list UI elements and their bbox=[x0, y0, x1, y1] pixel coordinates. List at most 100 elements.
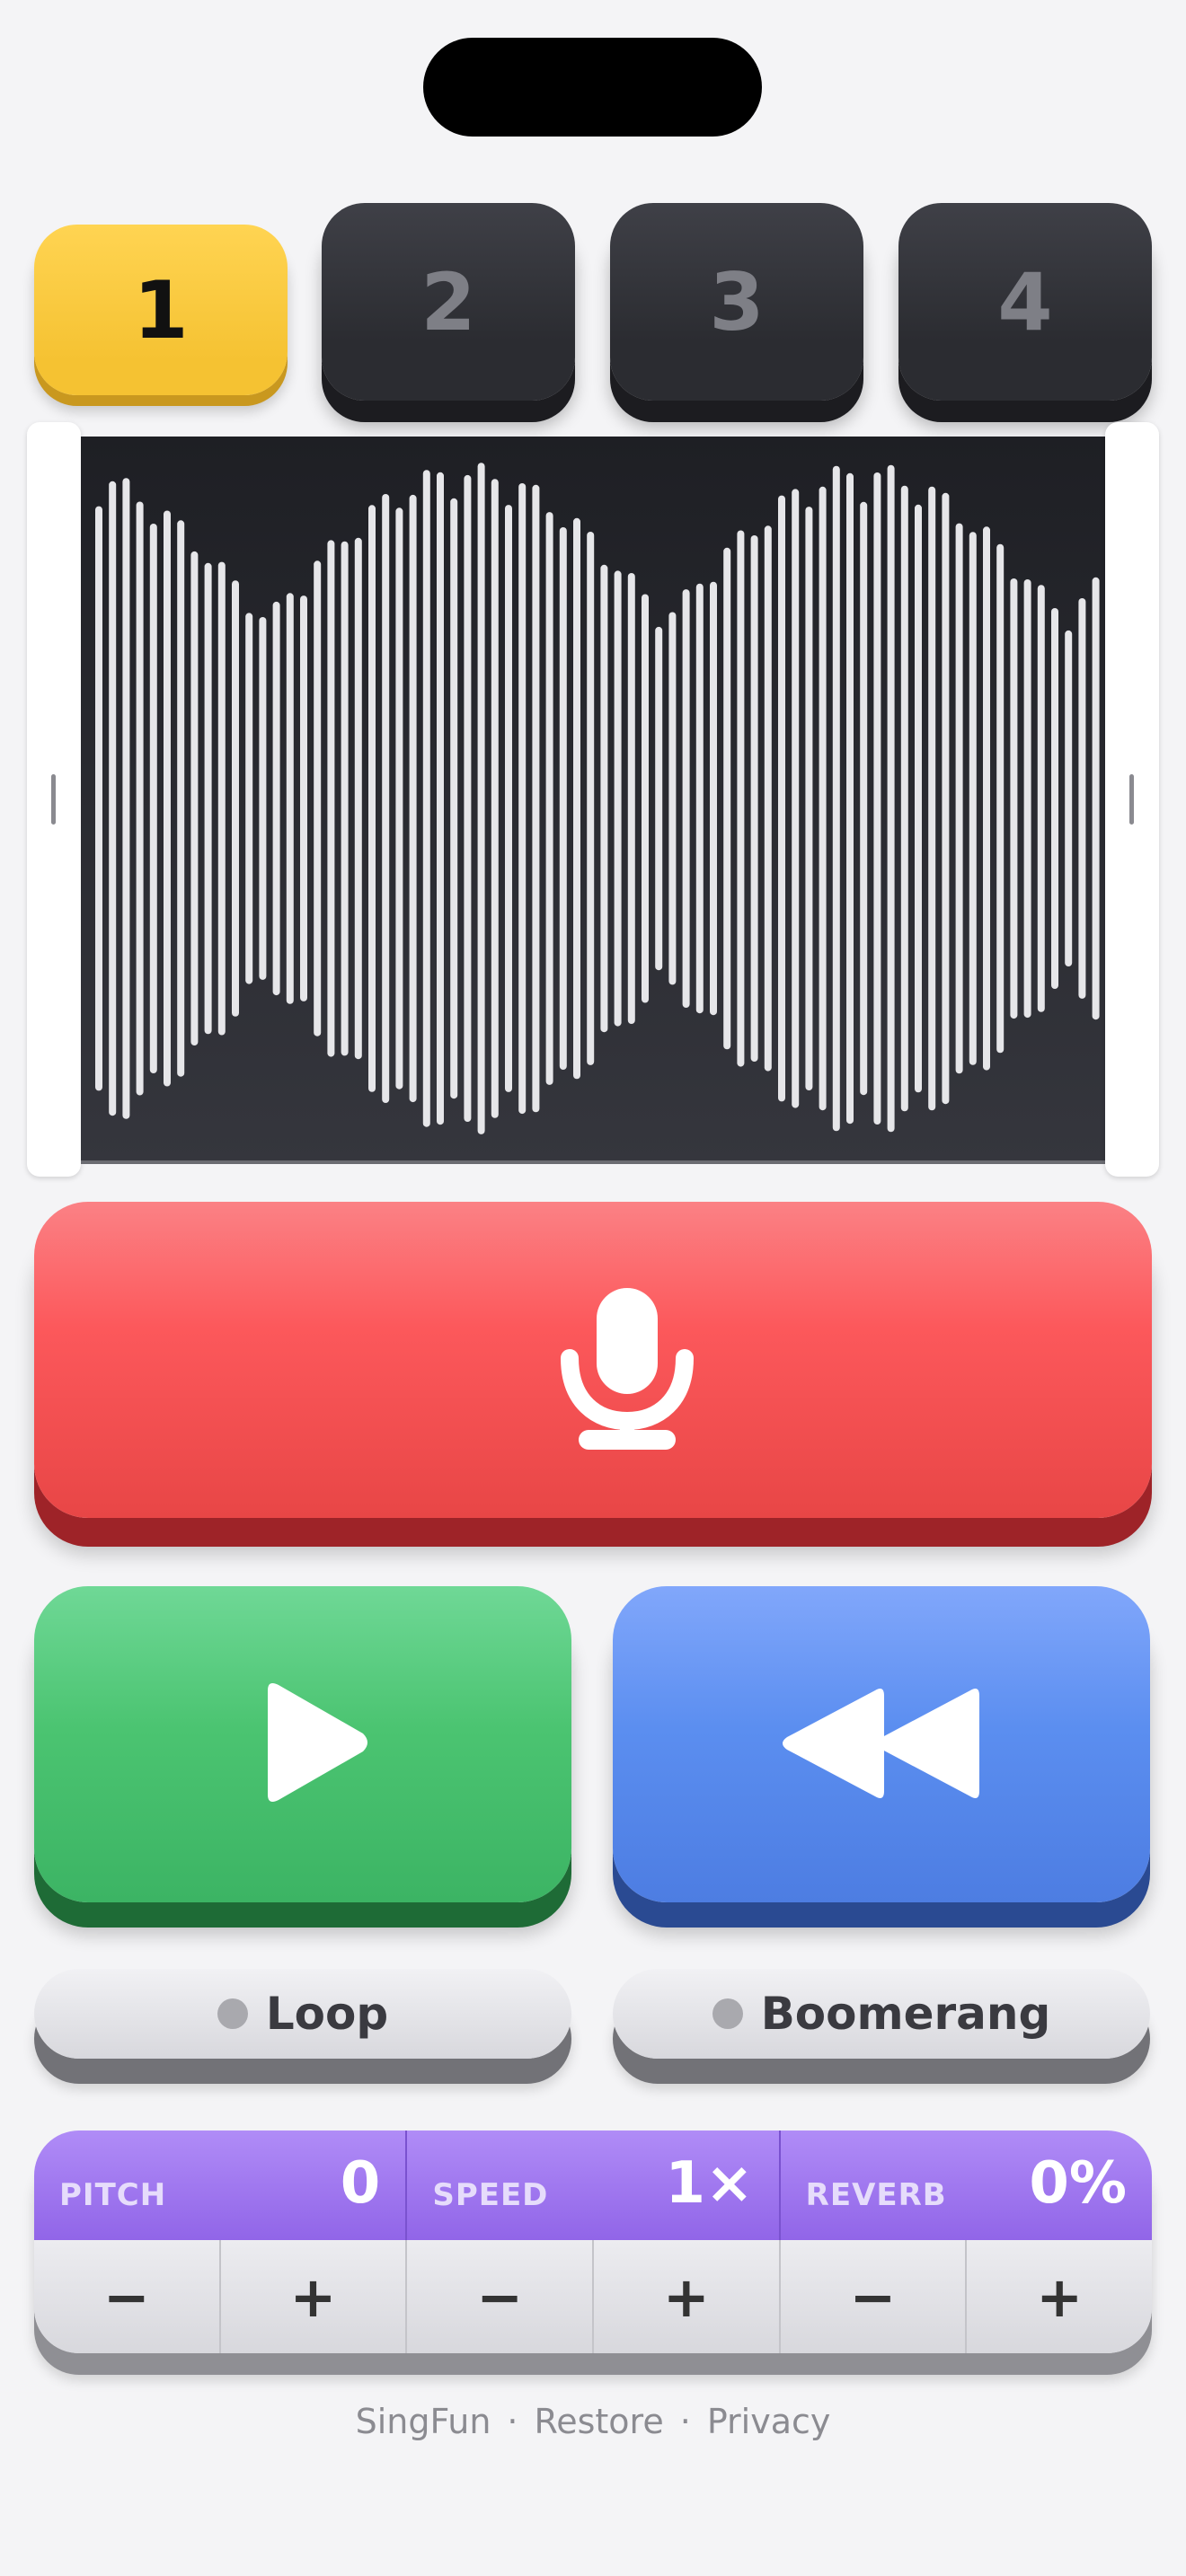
pitch-increase-button[interactable]: + bbox=[221, 2240, 408, 2353]
footer-link-privacy[interactable]: Privacy bbox=[707, 2402, 831, 2441]
speed-label: SPEED bbox=[432, 2177, 549, 2213]
waveform-bar bbox=[778, 495, 785, 1102]
waveform-bar bbox=[395, 507, 403, 1090]
waveform-bar bbox=[341, 541, 349, 1056]
waveform-bar bbox=[1065, 630, 1073, 966]
waveform-bar bbox=[792, 489, 800, 1108]
loop-toggle[interactable]: Loop bbox=[34, 1969, 571, 2059]
waveform-bar bbox=[518, 483, 527, 1115]
waveform-bar bbox=[1092, 577, 1100, 1020]
pitch-value: 0 bbox=[340, 2150, 381, 2217]
waveform-bar bbox=[477, 463, 485, 1134]
waveform-bar bbox=[245, 613, 253, 984]
waveform-bar bbox=[710, 581, 717, 1016]
waveform-display bbox=[81, 437, 1105, 1164]
trim-handle-right[interactable] bbox=[1105, 422, 1159, 1177]
pitch-label: PITCH bbox=[59, 2177, 167, 2213]
waveform-bar bbox=[164, 510, 171, 1087]
waveform-bar bbox=[422, 470, 430, 1127]
effects-panel: PITCH 0 SPEED 1× REVERB 0% − + − + − + bbox=[34, 2130, 1152, 2353]
waveform-bar bbox=[928, 486, 936, 1111]
waveform-bar bbox=[545, 512, 553, 1085]
waveform-bar bbox=[190, 551, 199, 1045]
track-button-2[interactable]: 2 bbox=[322, 203, 575, 401]
loop-indicator-icon bbox=[217, 1998, 248, 2029]
waveform-bar bbox=[614, 570, 622, 1027]
waveform-bar bbox=[532, 484, 540, 1113]
footer-link-singfun[interactable]: SingFun bbox=[356, 2402, 491, 2441]
footer-link-restore[interactable]: Restore bbox=[535, 2402, 664, 2441]
record-button[interactable] bbox=[34, 1202, 1152, 1518]
waveform-bars bbox=[95, 463, 1100, 1134]
waveform-bar bbox=[122, 478, 130, 1119]
waveform-bar bbox=[409, 494, 417, 1103]
waveform-bar bbox=[873, 472, 881, 1125]
waveform-bar bbox=[204, 562, 212, 1035]
waveform-bar bbox=[996, 543, 1005, 1054]
speed-readout: SPEED 1× bbox=[407, 2130, 781, 2240]
waveform-bar bbox=[1010, 578, 1018, 1019]
track-button-3[interactable]: 3 bbox=[610, 203, 863, 401]
footer-separator: · bbox=[507, 2402, 518, 2441]
waveform-bar bbox=[1078, 598, 1086, 999]
waveform-bar bbox=[232, 580, 239, 1017]
waveform-bar bbox=[437, 472, 444, 1125]
rewind-icon bbox=[783, 1689, 979, 1798]
waveform-bar bbox=[723, 547, 731, 1050]
waveform-bar bbox=[272, 601, 280, 996]
waveform-bar bbox=[1023, 579, 1031, 1019]
speed-decrease-button[interactable]: − bbox=[407, 2240, 595, 2353]
track-button-1[interactable]: 1 bbox=[34, 225, 288, 395]
microphone-icon bbox=[561, 1288, 694, 1450]
play-button[interactable] bbox=[34, 1586, 571, 1902]
boomerang-toggle[interactable]: Boomerang bbox=[613, 1969, 1150, 2059]
waveform-bar bbox=[327, 540, 335, 1057]
waveform-bar bbox=[505, 505, 512, 1092]
waveform-bar bbox=[627, 573, 635, 1024]
waveform-bar bbox=[887, 464, 895, 1133]
waveform-bar bbox=[682, 589, 690, 1008]
track-button-4[interactable]: 4 bbox=[898, 203, 1152, 401]
waveform-bar bbox=[286, 593, 294, 1004]
waveform-bar bbox=[368, 505, 376, 1092]
waveform-bar bbox=[177, 520, 185, 1077]
waveform-bar bbox=[860, 501, 868, 1096]
waveform-bar bbox=[750, 535, 758, 1062]
speed-increase-button[interactable]: + bbox=[594, 2240, 781, 2353]
waveform-bar bbox=[1051, 608, 1058, 989]
waveform-bar bbox=[573, 517, 580, 1080]
waveform-bar bbox=[354, 537, 362, 1060]
waveform-bar bbox=[382, 494, 390, 1103]
waveform-bar bbox=[819, 486, 827, 1111]
waveform-bar bbox=[1037, 585, 1045, 1012]
reverb-increase-button[interactable]: + bbox=[967, 2240, 1152, 2353]
waveform-bar bbox=[655, 626, 663, 971]
boomerang-indicator-icon bbox=[712, 1998, 743, 2029]
play-icon bbox=[268, 1683, 367, 1802]
reverb-readout: REVERB 0% bbox=[781, 2130, 1152, 2240]
waveform-bar bbox=[900, 485, 908, 1112]
loop-label: Loop bbox=[265, 1988, 389, 2040]
waveform-bar bbox=[217, 561, 226, 1036]
trim-handle-left[interactable] bbox=[27, 422, 81, 1177]
waveform-bar bbox=[491, 479, 499, 1118]
footer-links: SingFun · Restore · Privacy bbox=[0, 2402, 1186, 2441]
pitch-decrease-button[interactable]: − bbox=[34, 2240, 221, 2353]
rewind-button[interactable] bbox=[613, 1586, 1150, 1902]
waveform-bar bbox=[668, 612, 677, 985]
boomerang-label: Boomerang bbox=[760, 1988, 1051, 2040]
waveform-bar bbox=[695, 583, 704, 1014]
footer-separator: · bbox=[679, 2402, 691, 2441]
speed-value: 1× bbox=[665, 2150, 754, 2217]
waveform-bar bbox=[95, 506, 102, 1091]
waveform-editor bbox=[27, 422, 1159, 1177]
waveform-bar bbox=[915, 504, 922, 1093]
reverb-decrease-button[interactable]: − bbox=[781, 2240, 968, 2353]
reverb-value: 0% bbox=[1029, 2150, 1127, 2217]
waveform-bar bbox=[559, 527, 567, 1070]
waveform-bar bbox=[832, 465, 840, 1132]
waveform-bar bbox=[805, 507, 813, 1090]
waveform-bar bbox=[259, 617, 267, 980]
reverb-label: REVERB bbox=[805, 2177, 947, 2213]
waveform-bar bbox=[737, 530, 745, 1067]
